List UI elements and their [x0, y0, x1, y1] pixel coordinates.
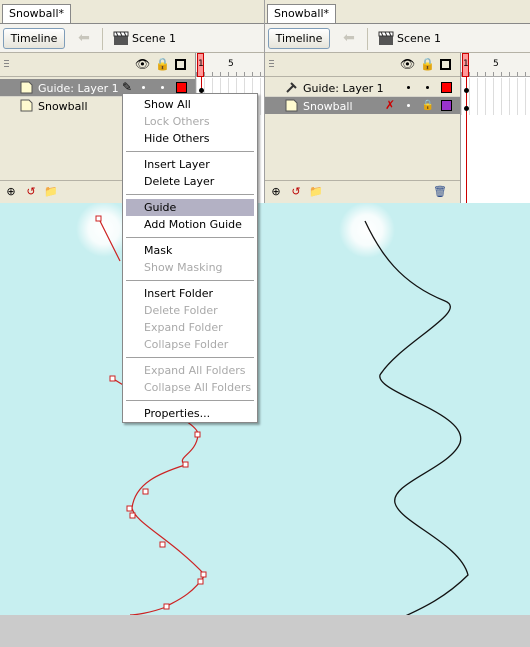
menu-item-show-masking: Show Masking — [144, 261, 223, 274]
layer-color-swatch[interactable] — [441, 100, 452, 111]
visibility-dot[interactable] — [407, 104, 410, 107]
menu-separator — [123, 147, 257, 156]
lock-dot[interactable] — [426, 86, 429, 89]
menu-item-show-all[interactable]: Show All — [126, 96, 254, 113]
insert-layer-icon[interactable]: ⊕ — [269, 185, 283, 199]
layer-empty-area — [265, 114, 460, 180]
frame-number: 1 — [463, 59, 469, 69]
eye-icon[interactable]: 👁 — [400, 58, 415, 71]
insert-folder-icon[interactable]: 📁 — [44, 185, 58, 199]
outline-box-icon[interactable] — [175, 59, 186, 70]
visibility-dot[interactable] — [142, 86, 145, 89]
motion-guide-icon — [286, 82, 297, 93]
toolbar-separator — [102, 28, 103, 50]
grip-handle[interactable] — [4, 60, 9, 69]
menu-item-collapse-all-folders: Collapse All Folders — [144, 381, 252, 394]
back-arrow-icon[interactable]: ⬅ — [339, 30, 359, 47]
menu-separator — [123, 276, 257, 285]
guide-layer-icon — [20, 81, 33, 94]
frames-area[interactable]: 1 5 — [460, 53, 530, 203]
pasteboard — [0, 615, 530, 647]
menu-item-insert-layer[interactable]: Insert Layer — [126, 156, 254, 173]
edit-bar: Timeline ⬅ Scene 1 — [0, 24, 264, 53]
menu-item-hide-others[interactable]: Hide Others — [126, 130, 254, 147]
menu-item-insert-folder[interactable]: Insert Folder — [126, 285, 254, 302]
layer-name: Guide: Layer 1 — [38, 82, 119, 95]
back-arrow-icon[interactable]: ⬅ — [74, 30, 94, 47]
scene-clapper-icon — [113, 31, 129, 45]
pencil-crossed-icon: ✗ — [384, 98, 396, 112]
layer-row-guide[interactable]: Guide: Layer 1 — [265, 79, 460, 97]
stage[interactable] — [0, 201, 530, 624]
menu-item-expand-folder: Expand Folder — [144, 321, 223, 334]
document-tab[interactable]: Snowball* — [2, 4, 72, 24]
visibility-dot[interactable] — [407, 86, 410, 89]
frame-number: 1 — [198, 59, 204, 69]
layer-color-swatch[interactable] — [441, 82, 452, 93]
menu-item-add-motion-guide[interactable]: Add Motion Guide — [126, 216, 254, 233]
lock-dot[interactable] — [161, 86, 164, 89]
menu-item-lock-others: Lock Others — [144, 115, 210, 128]
layer-header: 👁 🔒 — [265, 53, 460, 77]
stage-drawing — [76, 201, 469, 624]
eye-icon[interactable]: 👁 — [135, 58, 150, 71]
menu-item-properties[interactable]: Properties... — [126, 405, 254, 422]
snowball-right[interactable] — [339, 202, 395, 258]
menu-separator — [123, 190, 257, 199]
right-timeline-panel: Snowball* Timeline ⬅ Scene 1 👁 🔒 Guide: … — [265, 0, 530, 203]
lock-icon[interactable]: 🔒 — [420, 58, 435, 71]
add-motion-guide-icon[interactable]: ↺ — [24, 185, 38, 199]
menu-item-expand-all-folders: Expand All Folders — [144, 364, 246, 377]
lock-icon[interactable]: 🔒 — [155, 58, 170, 71]
menu-item-guide[interactable]: Guide — [126, 199, 254, 216]
outline-box-icon[interactable] — [440, 59, 451, 70]
frame-number: 5 — [493, 59, 499, 69]
layer-color-swatch[interactable] — [176, 82, 187, 93]
scene-label[interactable]: Scene 1 — [397, 32, 441, 45]
edit-bar: Timeline ⬅ Scene 1 — [265, 24, 530, 53]
menu-item-mask[interactable]: Mask — [126, 242, 254, 259]
playhead-line — [466, 77, 467, 203]
menu-item-delete-layer[interactable]: Delete Layer — [126, 173, 254, 190]
insert-layer-icon[interactable]: ⊕ — [4, 185, 18, 199]
document-tab[interactable]: Snowball* — [267, 4, 337, 24]
motion-guide-path-right[interactable] — [364, 220, 469, 622]
layer-row-snowball[interactable]: Snowball ✗ 🔒 — [265, 97, 460, 115]
add-motion-guide-icon[interactable]: ↺ — [289, 185, 303, 199]
menu-item-collapse-folder: Collapse Folder — [144, 338, 229, 351]
menu-separator — [123, 233, 257, 242]
layer-header: 👁 🔒 — [0, 53, 195, 77]
layer-name: Guide: Layer 1 — [303, 82, 384, 95]
toolbar-separator — [367, 28, 368, 50]
frame-number: 5 — [228, 59, 234, 69]
layer-name: Snowball — [38, 100, 88, 113]
timeline-button[interactable]: Timeline — [3, 28, 65, 49]
frame-cells[interactable] — [461, 78, 530, 115]
layer-icon — [20, 99, 33, 112]
grip-handle[interactable] — [269, 60, 274, 69]
scene-label[interactable]: Scene 1 — [132, 32, 176, 45]
scene-clapper-icon — [378, 31, 394, 45]
keyframe[interactable] — [464, 106, 469, 111]
menu-separator — [123, 353, 257, 362]
trash-icon[interactable]: 🗑 — [433, 185, 447, 199]
timeline-button[interactable]: Timeline — [268, 28, 330, 49]
layer-context-menu: Show All Lock Others Hide Others Insert … — [122, 93, 258, 423]
layer-icon — [285, 99, 298, 112]
lock-icon[interactable]: 🔒 — [421, 99, 435, 112]
menu-item-delete-folder: Delete Folder — [144, 304, 218, 317]
keyframe[interactable] — [464, 88, 469, 93]
insert-folder-icon[interactable]: 📁 — [309, 185, 323, 199]
menu-separator — [123, 396, 257, 405]
layer-name: Snowball — [303, 100, 353, 113]
